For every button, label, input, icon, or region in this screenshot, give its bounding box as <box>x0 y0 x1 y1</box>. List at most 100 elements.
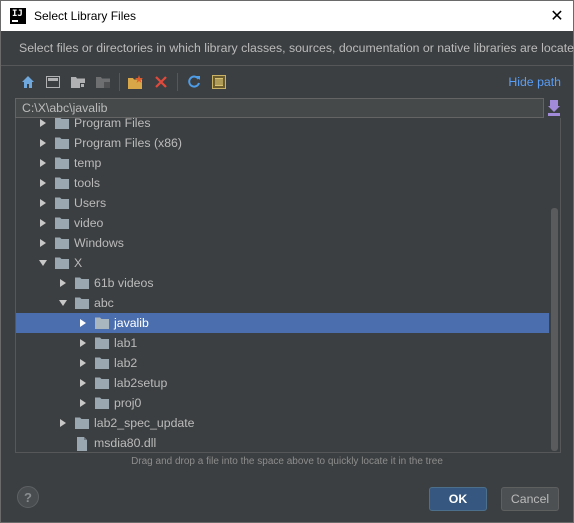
hide-path-link[interactable]: Hide path <box>508 75 561 89</box>
collapsed-arrow-icon[interactable] <box>78 398 88 408</box>
home-icon <box>22 76 34 88</box>
window-title: Select Library Files <box>34 9 137 23</box>
tree-row-label: msdia80.dll <box>94 436 157 450</box>
tree-row-label: X <box>74 256 83 270</box>
select-library-files-dialog: IJ Select Library Files ✕ Select files o… <box>0 0 574 523</box>
tree-row[interactable]: msdia80.dll <box>16 433 549 452</box>
home-directory-button[interactable] <box>19 73 37 91</box>
folder-icon <box>95 397 109 409</box>
folder-icon <box>55 217 69 229</box>
collapsed-arrow-icon[interactable] <box>38 218 48 228</box>
tree-row-label: lab1 <box>114 336 138 350</box>
delete-button[interactable] <box>152 73 170 91</box>
ok-button[interactable]: OK <box>429 487 487 511</box>
collapsed-arrow-icon[interactable] <box>58 278 68 288</box>
scrollbar-thumb[interactable] <box>551 208 558 451</box>
dialog-description: Select files or directories in which lib… <box>19 41 574 55</box>
collapsed-arrow-icon[interactable] <box>38 158 48 168</box>
tree-row-label: javalib <box>114 316 149 330</box>
folder-icon <box>55 118 69 129</box>
tree-row-label: Program Files <box>74 118 151 130</box>
tree-row-label: Users <box>74 196 107 210</box>
tree-row-label: lab2 <box>114 356 138 370</box>
collapsed-arrow-icon[interactable] <box>38 178 48 188</box>
folder-icon <box>75 297 89 309</box>
tree-row[interactable]: lab2setup <box>16 373 549 393</box>
refresh-button[interactable] <box>185 73 203 91</box>
folder-icon <box>55 157 69 169</box>
collapsed-arrow-icon[interactable] <box>78 318 88 328</box>
tree-row[interactable]: video <box>16 213 549 233</box>
tree-row[interactable]: proj0 <box>16 393 549 413</box>
tree-row[interactable]: lab1 <box>16 333 549 353</box>
collapsed-arrow-icon[interactable] <box>78 378 88 388</box>
drag-drop-hint: Drag and drop a file into the space abov… <box>131 456 443 467</box>
tree-row[interactable]: lab2 <box>16 353 549 373</box>
tree-row[interactable]: lab2_spec_update <box>16 413 549 433</box>
desktop-icon <box>46 76 60 88</box>
tree-row[interactable]: Program Files (x86) <box>16 133 549 153</box>
project-directory-button[interactable] <box>69 73 87 91</box>
collapsed-arrow-icon[interactable] <box>58 418 68 428</box>
tree-row[interactable]: abc <box>16 293 549 313</box>
folder-icon <box>55 137 69 149</box>
folder-icon <box>95 377 109 389</box>
tree-row-label: abc <box>94 296 114 310</box>
desktop-directory-button[interactable] <box>44 73 62 91</box>
file-tree[interactable]: msdia80.dll lab2_spec_update proj0 lab2setu… <box>15 118 561 453</box>
tree-row[interactable]: Windows <box>16 233 549 253</box>
collapsed-arrow-icon[interactable] <box>38 138 48 148</box>
expanded-arrow-icon[interactable] <box>38 258 48 268</box>
close-icon: ✕ <box>550 8 564 25</box>
folder-icon <box>95 357 109 369</box>
intellij-app-icon: IJ <box>10 8 26 24</box>
divider <box>1 65 573 66</box>
collapsed-arrow-icon[interactable] <box>78 358 88 368</box>
close-button[interactable]: ✕ <box>549 8 565 25</box>
folder-icon <box>55 197 69 209</box>
vertical-scrollbar[interactable] <box>549 118 560 452</box>
tree-row[interactable]: X <box>16 253 549 273</box>
folder-icon <box>55 257 69 269</box>
toolbar-separator <box>177 73 178 91</box>
tree-row[interactable]: Users <box>16 193 549 213</box>
tree-row[interactable]: temp <box>16 153 549 173</box>
tree-row-label: proj0 <box>114 396 142 410</box>
tree-row[interactable]: Program Files <box>16 118 549 133</box>
tree-row-selected[interactable]: javalib <box>16 313 549 333</box>
hidden-files-icon <box>212 75 226 89</box>
tree-row-label: temp <box>74 156 102 170</box>
collapsed-arrow-icon[interactable] <box>38 198 48 208</box>
collapsed-arrow-icon[interactable] <box>38 118 48 128</box>
tree-row[interactable]: 61b videos <box>16 273 549 293</box>
toolbar-separator <box>119 73 120 91</box>
help-button[interactable]: ? <box>17 486 39 508</box>
folder-icon <box>95 317 109 329</box>
path-history-button[interactable] <box>547 99 561 117</box>
project-folder-icon <box>71 77 85 88</box>
delete-icon <box>155 76 167 88</box>
module-folder-icon <box>96 77 110 88</box>
collapsed-arrow-icon[interactable] <box>78 338 88 348</box>
path-input[interactable]: C:\X\abc\javalib <box>15 98 544 118</box>
toolbar <box>19 72 235 92</box>
cancel-button[interactable]: Cancel <box>501 487 559 511</box>
tree-row-label: video <box>74 216 104 230</box>
expanded-arrow-icon[interactable] <box>58 298 68 308</box>
tree-row-label: lab2setup <box>114 376 168 390</box>
folder-icon <box>55 177 69 189</box>
tree-row-label: lab2_spec_update <box>94 416 195 430</box>
new-folder-icon <box>128 75 143 89</box>
tree-row-label: 61b videos <box>94 276 154 290</box>
tree-row[interactable]: tools <box>16 173 549 193</box>
module-directory-button[interactable] <box>94 73 112 91</box>
tree-row-label: Program Files (x86) <box>74 136 182 150</box>
new-folder-button[interactable] <box>127 73 145 91</box>
download-arrow-icon <box>548 100 560 116</box>
show-hidden-files-button[interactable] <box>210 73 228 91</box>
refresh-icon <box>188 75 200 88</box>
collapsed-arrow-icon[interactable] <box>38 238 48 248</box>
file-icon <box>75 437 89 451</box>
folder-icon <box>55 237 69 249</box>
tree-row-label: Windows <box>74 236 124 250</box>
